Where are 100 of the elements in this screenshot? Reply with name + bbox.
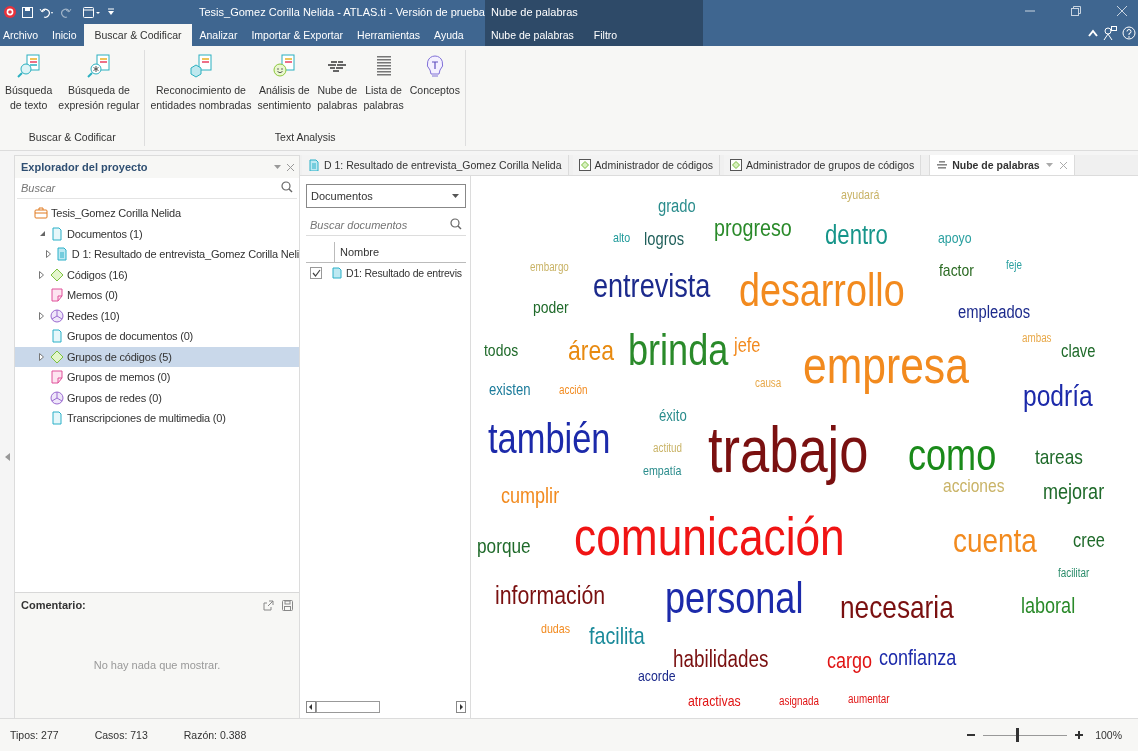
open-external-icon[interactable] (263, 599, 274, 611)
slider-thumb[interactable] (1015, 728, 1019, 742)
memo-icon (50, 370, 64, 385)
collapsed-arrow-icon[interactable] (39, 270, 44, 279)
cloud-word: podría (1023, 378, 1093, 414)
diamond-icon (50, 349, 64, 364)
cloud-word: laboral (1021, 593, 1076, 619)
ribbon-button[interactable]: Conceptos (406, 50, 463, 131)
ribbon-button[interactable]: Lista de palabras (360, 50, 407, 131)
empty-message: No hay nada que mostrar. (93, 658, 221, 671)
zoom-out-icon[interactable] (967, 731, 976, 739)
cloud-word: ayudará (841, 188, 880, 204)
collapsed-arrow-icon[interactable] (46, 250, 52, 259)
cloud-word: clave (1061, 340, 1096, 362)
cloud-word: necesaria (840, 589, 954, 627)
briefcase-icon (34, 206, 48, 221)
menu-tab[interactable]: Importar & Exportar (244, 25, 351, 46)
tree-item[interactable]: D 1: Resultado de entrevista_Gomez Corilla Neli (15, 244, 299, 265)
ribbon-button[interactable]: Análisis de sentimiento (254, 50, 315, 131)
tree-item[interactable]: Grupos de redes (0) (15, 387, 299, 408)
status-text: Tipos: 277 (10, 729, 59, 741)
menu-tab[interactable]: Analizar (192, 25, 245, 46)
collapse-arrow-icon[interactable] (4, 452, 10, 461)
table-cell[interactable]: D1: Resultado de entrevis (346, 267, 462, 279)
search-icon[interactable] (281, 181, 293, 193)
cloud-word: aumentar (848, 693, 890, 707)
status-text: Razón: 0.388 (183, 729, 247, 741)
menu-tab[interactable]: Herramientas (350, 25, 428, 46)
document-icon (50, 226, 64, 241)
scroll-left-icon[interactable] (306, 701, 316, 713)
menu-tab[interactable]: Inicio (45, 25, 84, 46)
app-logo-icon[interactable] (4, 6, 16, 18)
expanded-arrow-icon[interactable] (39, 230, 46, 238)
zoom-level: 100% (1095, 729, 1122, 741)
collapse-ribbon-icon[interactable] (1088, 28, 1098, 37)
save-icon[interactable] (282, 599, 293, 611)
zoom-in-icon[interactable] (1075, 731, 1084, 739)
checkbox[interactable] (310, 267, 322, 279)
close-icon[interactable] (286, 162, 295, 172)
ribbon-button[interactable]: Búsqueda de expresión regular (55, 50, 143, 131)
ribbon-group-label: Buscar & Codificar (27, 131, 117, 145)
tree-item[interactable]: Grupos de códigos (5) (15, 346, 299, 367)
tree-item[interactable]: Tesis_Gomez Corilla Nelida (15, 203, 299, 224)
tree-item[interactable]: Documentos (1) (15, 223, 299, 244)
scroll-thumb[interactable] (316, 701, 380, 713)
undo-icon[interactable] (39, 6, 55, 18)
scroll-right-icon[interactable] (456, 701, 466, 713)
cloud-word: ambas (1022, 332, 1052, 346)
menu-tab[interactable]: Ayuda (427, 25, 471, 46)
help-icon[interactable] (1122, 25, 1136, 40)
cloud-word: dentro (825, 220, 888, 252)
collapsed-arrow-icon[interactable] (39, 311, 44, 320)
user-icon[interactable] (1103, 25, 1117, 40)
cloud-word: grado (658, 195, 696, 217)
menu-tab[interactable]: Filtro (587, 25, 632, 46)
cloud-word: feje (1006, 259, 1022, 273)
menu-tab[interactable]: Buscar & Codificar (83, 24, 193, 46)
horizontal-scrollbar[interactable] (306, 700, 466, 714)
tree-item[interactable]: Grupos de memos (0) (15, 367, 299, 388)
column-header[interactable]: Nombre (335, 246, 380, 258)
window-icon[interactable] (83, 6, 101, 18)
network-icon (50, 390, 64, 405)
tree-item[interactable]: Códigos (16) (15, 264, 299, 285)
menu-tab[interactable]: Nube de palabras (484, 25, 588, 46)
cloud-word: acción (559, 384, 588, 398)
dropdown-arrow-icon (452, 193, 459, 199)
cloud-word: asignada (779, 695, 819, 709)
diamond-icon (50, 267, 64, 282)
cloud-word: comunicación (574, 504, 845, 567)
tree-item[interactable]: Memos (0) (15, 285, 299, 306)
restore-icon[interactable] (1070, 5, 1082, 18)
code-manager-icon (730, 159, 743, 171)
cloud-word: existen (489, 380, 531, 400)
ribbon-button[interactable]: Nube de palabras (314, 50, 361, 131)
search-field[interactable]: Buscar documentos (310, 219, 450, 231)
cloud-word: apoyo (938, 229, 972, 247)
checkmark-icon (311, 269, 321, 277)
ribbon-group-label: Text Analysis (273, 131, 337, 145)
tree-item[interactable]: Grupos de documentos (0) (15, 326, 299, 347)
status-text: Casos: 713 (94, 729, 148, 741)
close-icon[interactable] (1116, 5, 1128, 18)
ribbon-button[interactable]: Búsqueda de texto (2, 50, 56, 131)
cloud-word: facilita (589, 622, 645, 650)
cloud-word: cree (1073, 529, 1105, 553)
ribbon-button[interactable]: Reconocimiento de entidades nombradas (147, 50, 255, 131)
menu-tab[interactable]: Archivo (0, 25, 45, 46)
cloud-word: entrevista (593, 266, 711, 305)
search-field[interactable]: Buscar (21, 182, 281, 194)
collapsed-arrow-icon[interactable] (39, 352, 44, 361)
documents-dropdown[interactable]: Documentos (306, 184, 466, 208)
cloud-word: empatía (643, 464, 682, 480)
search-icon[interactable] (450, 218, 462, 230)
tree-item[interactable]: Transcripciones de multimedia (0) (15, 408, 299, 429)
dropdown-arrow-icon[interactable] (274, 164, 281, 170)
cloud-word: cumplir (501, 483, 560, 509)
tree-item[interactable]: Redes (10) (15, 305, 299, 326)
cloud-word: porque (477, 533, 531, 558)
cloud-word: todos (484, 341, 519, 361)
cloud-word: habilidades (673, 645, 769, 672)
cloud-word: trabajo (708, 413, 869, 488)
